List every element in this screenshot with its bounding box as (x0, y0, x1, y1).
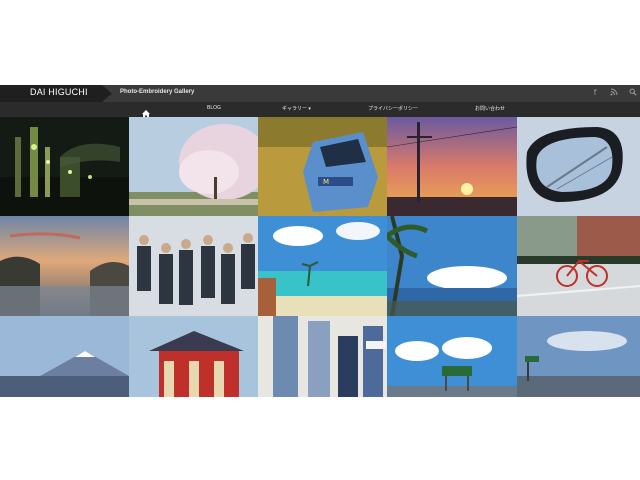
nav-item-blog[interactable]: BLOG (207, 105, 221, 111)
highway-sky-photo[interactable] (517, 316, 640, 397)
search-icon[interactable] (628, 88, 638, 98)
cherry-blossom-photo[interactable] (129, 117, 258, 216)
blue-car-photo[interactable]: M (258, 117, 387, 216)
palm-tree-coast-photo[interactable] (387, 216, 517, 316)
hanging-jeans-photo[interactable] (258, 316, 387, 397)
facebook-icon[interactable]: f (590, 88, 600, 98)
main-navigation: BLOG ギャラリー ▾ プライバシーポリシー お問い合わせ (0, 102, 640, 118)
car-mirror-photo[interactable] (517, 117, 640, 216)
brand-logo[interactable]: DAI HIGUCHI (0, 85, 112, 102)
lake-sunset-photo[interactable] (0, 216, 129, 316)
site-tagline: Photo-Embroidery Gallery (120, 89, 195, 95)
sunset-utility-pole-photo[interactable] (387, 117, 517, 216)
nav-item-contact[interactable]: お問い合わせ (475, 105, 505, 112)
photo-gallery-grid: M (0, 117, 640, 397)
group-of-men-photo[interactable] (129, 216, 258, 316)
site-title[interactable]: DAI HIGUCHI (30, 87, 88, 97)
night-factory-photo[interactable] (0, 117, 129, 216)
nav-item-privacy-policy[interactable]: プライバシーポリシー (368, 105, 418, 112)
bicycle-street-photo[interactable] (517, 216, 640, 316)
red-shrine-photo[interactable] (129, 316, 258, 397)
road-sign-clouds-photo[interactable] (387, 316, 517, 397)
tropical-beach-photo[interactable] (258, 216, 387, 316)
nav-item-gallery[interactable]: ギャラリー ▾ (282, 105, 311, 112)
rss-icon[interactable] (609, 88, 619, 98)
mount-fuji-photo[interactable] (0, 316, 129, 397)
home-icon[interactable] (141, 104, 151, 118)
svg-text:M: M (323, 178, 329, 186)
site-header: DAI HIGUCHI Photo-Embroidery Gallery f (0, 85, 640, 102)
